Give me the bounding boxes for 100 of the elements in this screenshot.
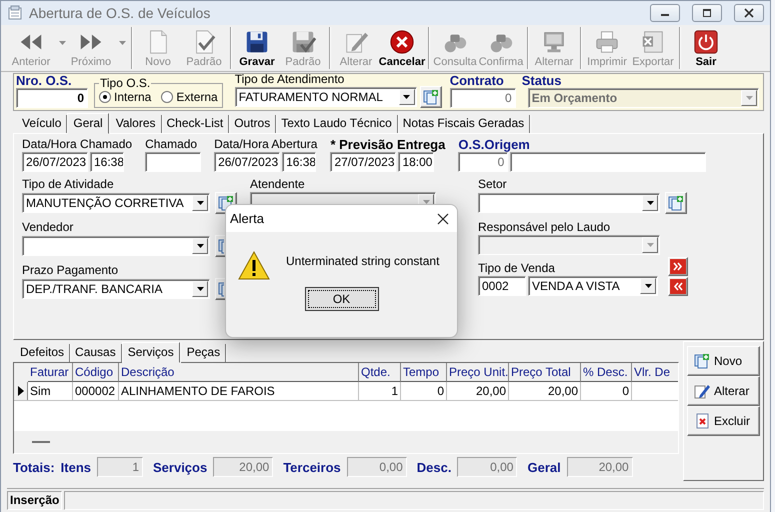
side-button[interactable]: Novo [687,346,760,376]
input-field[interactable]: 26/07/2023 [214,152,280,172]
radio-button[interactable] [99,91,111,103]
tab[interactable]: Valores [110,115,162,133]
total-field: 20,00 [213,457,274,477]
toolbar-button[interactable]: Gravar [234,27,280,69]
power-icon [693,29,719,55]
total-label: Terceiros [283,460,341,474]
close-button[interactable] [734,4,764,22]
column-header[interactable]: Descrição [119,363,359,382]
caret-icon [196,201,204,205]
delete-document-icon [694,413,710,429]
ok-button[interactable]: OK [304,287,378,311]
add-document-icon [422,89,439,105]
column-header[interactable]: Preço Total [509,363,581,382]
column-header[interactable]: Preço Unit. [447,363,509,382]
minimize-button[interactable] [650,4,680,22]
window-icon [7,5,23,21]
dropdown-field[interactable] [478,193,660,213]
total-field: 20,00 [566,457,633,477]
toolbar-button[interactable]: Sair [683,27,729,69]
caret-icon [196,287,204,291]
table-cell: 20,00 [447,382,509,400]
add-button[interactable] [665,192,687,214]
tab[interactable]: Texto Laudo Técnico [276,115,398,133]
window-title: Abertura de O.S. de Veículos [29,5,212,21]
dropdown-field[interactable]: MANUTENÇÃO CORRETIVA [22,193,210,213]
dialog-message: Unterminated string constant [286,253,440,270]
field-label: * Previsão Entrega [330,137,446,152]
input-field[interactable]: 18:00 [398,152,434,172]
total-field: 0,00 [457,457,518,477]
dropdown-field[interactable]: FATURAMENTO NORMAL [234,87,417,107]
radio-button[interactable] [161,91,174,103]
caret-icon [646,243,654,247]
table-cell: ALINHAMENTO DE FAROIS [119,382,359,400]
caret-icon [644,284,652,288]
table-cell: 0 [401,382,447,400]
total-field: 1 [97,457,143,477]
status-panel: Inserção [7,491,62,510]
field-label: Status [522,74,562,88]
field-label: Prazo Pagamento [22,263,118,278]
input-field[interactable]: 0002 [478,276,526,296]
column-header[interactable]: Qtde. [359,363,401,382]
maximize-icon [702,8,712,18]
input-field[interactable]: 0 [458,152,508,172]
input-field[interactable]: 26/07/2023 [22,152,88,172]
tab[interactable]: Outros [229,115,276,133]
table-cell: Sim [28,382,73,400]
cancel-icon [389,29,415,55]
side-button[interactable]: Excluir [687,406,760,436]
add-button[interactable] [420,86,442,108]
floppy-disk-check-icon [290,29,316,55]
caret-icon [403,95,410,99]
input-field[interactable] [510,152,706,172]
input-field[interactable] [145,152,202,172]
input-field[interactable]: 0 [450,88,516,108]
column-header[interactable]: Código [73,363,119,382]
tab[interactable]: Notas Fiscais Geradas [398,115,530,133]
column-header[interactable]: % Desc. [581,363,632,382]
column-header[interactable]: Faturar [28,363,73,382]
add-document-icon [668,195,684,211]
input-field[interactable]: 27/07/2023 [330,152,396,172]
field-label: Data/Hora Chamado [22,137,132,152]
next-icon [670,258,686,274]
dropdown-field[interactable] [22,236,210,256]
total-label: Desc. [416,460,452,474]
field-label: Vendedor [22,220,74,235]
next-button[interactable] [668,256,688,276]
close-icon [744,8,754,18]
warning-icon [238,250,270,280]
field-label: Data/Hora Abertura [214,137,318,152]
toolbar-button[interactable]: Cancelar [379,27,425,69]
input-field[interactable]: 0 [16,88,88,108]
add-document-icon [694,353,710,369]
tab[interactable]: Serviços [122,342,180,363]
group-label: Tipo O.S. [99,78,152,88]
total-label: Itens [60,460,91,474]
close-icon[interactable] [437,212,449,224]
tab[interactable]: Check-List [162,115,230,133]
dropdown-field[interactable]: VENDA A VISTA [528,276,658,296]
radio-label[interactable]: Externa [176,90,218,104]
field-label: O.S.Origem [458,137,530,152]
edit-pencil-icon [694,383,710,399]
field-label: Setor [478,177,507,192]
maximize-button[interactable] [692,4,722,22]
radio-label[interactable]: Interna [114,90,152,104]
previous-button[interactable] [668,276,688,296]
dropdown-field[interactable]: DEP./TRANF. BANCARIA [22,279,210,299]
caret-icon [196,244,204,248]
field-label: Nro. O.S. [16,74,73,88]
table-cell: 0 [581,382,632,400]
column-header[interactable]: Vlr. De [632,363,678,382]
field-label: Contrato [450,74,505,88]
field-label: Tipo de Atividade [22,177,114,192]
field-label: Tipo de Atendimento [234,72,346,86]
side-button[interactable]: Alterar [687,376,760,406]
caret-icon [746,96,752,100]
tab[interactable]: Geral [67,113,109,134]
field-label: Atendente [250,177,305,192]
column-header[interactable]: Tempo [401,363,447,382]
